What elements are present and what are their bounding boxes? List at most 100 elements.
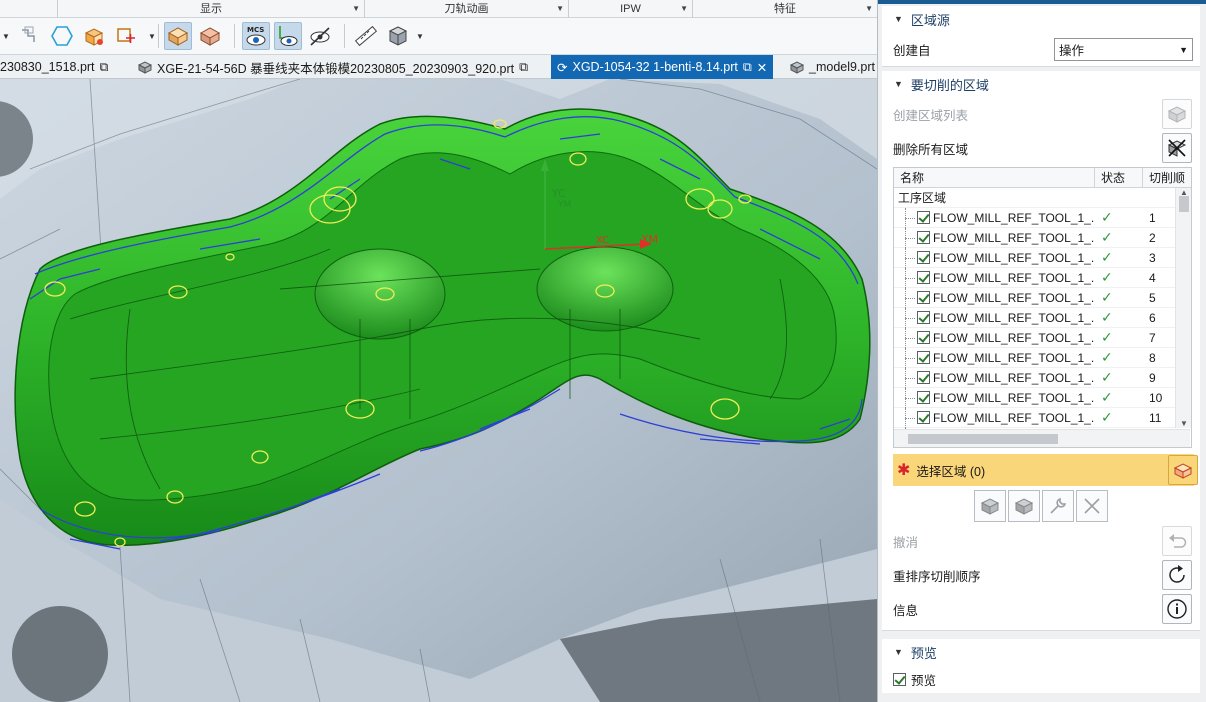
region-checkbox[interactable] [917,331,930,344]
region-checkbox[interactable] [917,291,930,304]
external-link-icon[interactable]: ⧉ [100,60,109,75]
file-tab-bar: 230830_1518.prt ⧉ XGE-21-54-56D 暴垂线夹本体锻模… [0,55,877,79]
table-row[interactable]: FLOW_MILL_REF_TOOL_1_... ✓ 11 [894,407,1191,428]
external-link-icon[interactable]: ⧉ [743,60,752,75]
region-table[interactable]: 名称 状态 切削顺 工序区域 FLOW_MILL_REF_TOOL_1_... ✓… [893,167,1192,448]
show-stock-button[interactable] [196,22,224,50]
show-mcs-button[interactable]: MCS [242,22,270,50]
hidden-eye-icon [310,27,330,46]
merge-region-button[interactable] [1008,490,1040,522]
region-checkbox[interactable] [917,271,930,284]
ribbon-group-toolpath-animation[interactable]: 刀轨动画 ▼ [365,0,569,18]
section-title: 要切削的区域 [910,77,989,93]
scrollbar-thumb[interactable] [1179,196,1189,212]
region-checkbox[interactable] [917,211,930,224]
chevron-down-icon[interactable]: ▼ [1180,419,1188,428]
region-source-header[interactable]: ▼ 区域源 [882,6,1200,32]
chevron-down-icon[interactable]: ▼ [148,32,156,41]
close-icon[interactable]: ✕ [757,60,767,75]
reorder-cut-sequence-button[interactable] [1162,560,1192,590]
table-row[interactable]: FLOW_MILL_REF_TOOL_1_... ✓ 5 [894,287,1191,308]
undo-button[interactable] [1162,526,1192,556]
region-checkbox[interactable] [917,311,930,324]
created-from-select[interactable]: 操作 ▼ [1054,38,1193,61]
column-header-status[interactable]: 状态 [1095,168,1143,187]
region-checkbox[interactable] [917,251,930,264]
cut-order-cell: 4 [1149,270,1156,285]
show-ipw-button[interactable] [164,22,192,50]
section-title: 区域源 [910,12,950,28]
reorder-row: 重排序切削顺序 [882,558,1200,592]
status-cell: ✓ [1095,389,1143,406]
table-row[interactable]: FLOW_MILL_REF_TOOL_1_... ✓ 9 [894,367,1191,388]
horizontal-scrollbar[interactable] [894,429,1190,447]
toolpath-select-button[interactable] [16,22,44,50]
graphics-viewport[interactable]: YC YM XC XM [0,79,877,702]
table-row[interactable]: FLOW_MILL_REF_TOOL_1_... ✓ 4 [894,267,1191,288]
preview-checkbox[interactable] [893,672,906,686]
edit-region-button[interactable] [974,490,1006,522]
table-row[interactable]: FLOW_MILL_REF_TOOL_1_... ✓ 1 [894,207,1191,228]
region-name-cell: FLOW_MILL_REF_TOOL_1_... [894,247,1095,268]
axis-xm-label: XM [641,233,658,246]
external-link-icon[interactable]: ⧉ [519,60,528,75]
info-button[interactable] [1162,594,1192,624]
ribbon-group-ipw[interactable]: IPW ▼ [569,0,693,18]
select-region-button[interactable] [1168,455,1198,485]
region-checkbox[interactable] [917,371,930,384]
select-region-row[interactable]: ✱ 选择区域 (0) [893,454,1198,486]
delete-all-regions-button[interactable] [1162,133,1192,163]
select-face-icon [1173,463,1193,479]
ribbon-group-unlabeled[interactable] [0,0,58,18]
preview-checkbox-row[interactable]: 预览 [882,665,1200,693]
ribbon-group-display[interactable]: 显示 ▼ [58,0,365,18]
geometry-box-icon [117,28,135,43]
file-tab[interactable]: 230830_1518.prt ⧉ [0,55,108,79]
preview-header[interactable]: ▼ 预览 [882,639,1200,665]
chevron-down-icon[interactable]: ▼ [556,0,564,18]
file-tab[interactable]: XGE-21-54-56D 暴垂线夹本体锻模20230805_20230903_… [138,55,528,79]
region-checkbox[interactable] [917,391,930,404]
scrollbar-thumb[interactable] [908,434,1058,444]
chevron-down-icon[interactable]: ▼ [2,32,10,41]
display-geometry-button[interactable] [112,22,140,50]
hide-axes-button[interactable] [306,22,334,50]
region-name-cell: FLOW_MILL_REF_TOOL_1_... [894,287,1095,308]
table-row[interactable]: FLOW_MILL_REF_TOOL_1_... ✓ 8 [894,347,1191,368]
region-checkbox[interactable] [917,411,930,424]
create-region-list-button[interactable] [1162,99,1192,129]
table-row[interactable]: FLOW_MILL_REF_TOOL_1_... ✓ 7 [894,327,1191,348]
region-checkbox[interactable] [917,351,930,364]
region-name-cell: FLOW_MILL_REF_TOOL_1_... [894,307,1095,328]
remove-region-button[interactable] [1076,490,1108,522]
table-group-row[interactable]: 工序区域 [894,188,1191,208]
chevron-down-icon[interactable]: ▼ [352,0,360,18]
chevron-down-icon[interactable]: ▼ [680,0,688,18]
region-settings-button[interactable] [1042,490,1074,522]
column-header-name[interactable]: 名称 [894,168,1095,187]
region-checkbox[interactable] [917,231,930,244]
cut-order-cell: 3 [1149,250,1156,265]
column-header-cut-order[interactable]: 切削顺 [1143,168,1190,187]
vertical-scrollbar[interactable]: ▲ ▼ [1175,188,1191,428]
status-cell: ✓ [1095,369,1143,386]
chevron-down-icon[interactable]: ▼ [416,32,424,41]
show-axes-button[interactable] [274,22,302,50]
toolbar-separator [344,24,345,48]
collapse-triangle-icon: ▼ [894,14,903,24]
chevron-down-icon[interactable]: ▼ [865,0,873,18]
regions-to-cut-header[interactable]: ▼ 要切削的区域 [882,71,1200,97]
hexagon-button[interactable] [48,22,76,50]
table-row[interactable]: FLOW_MILL_REF_TOOL_1_... ✓ 6 [894,307,1191,328]
display-part-button[interactable] [80,22,108,50]
table-row[interactable]: FLOW_MILL_REF_TOOL_1_... ✓ 10 [894,387,1191,408]
ribbon-group-feature[interactable]: 特征 ▼ [693,0,877,18]
axis-xc-label: XC [596,235,609,246]
measure-button[interactable] [352,22,380,50]
table-row[interactable]: FLOW_MILL_REF_TOOL_1_... ✓ 2 [894,227,1191,248]
table-row[interactable]: FLOW_MILL_REF_TOOL_1_... ✓ 3 [894,247,1191,268]
file-tab-active[interactable]: ⟳ XGD-1054-32 1-benti-8.14.prt ⧉ ✕ [551,55,774,79]
file-tab[interactable]: _model9.prt [790,55,875,79]
solid-body-button[interactable] [384,22,412,50]
create-region-list-label: 创建区域列表 [893,108,969,123]
